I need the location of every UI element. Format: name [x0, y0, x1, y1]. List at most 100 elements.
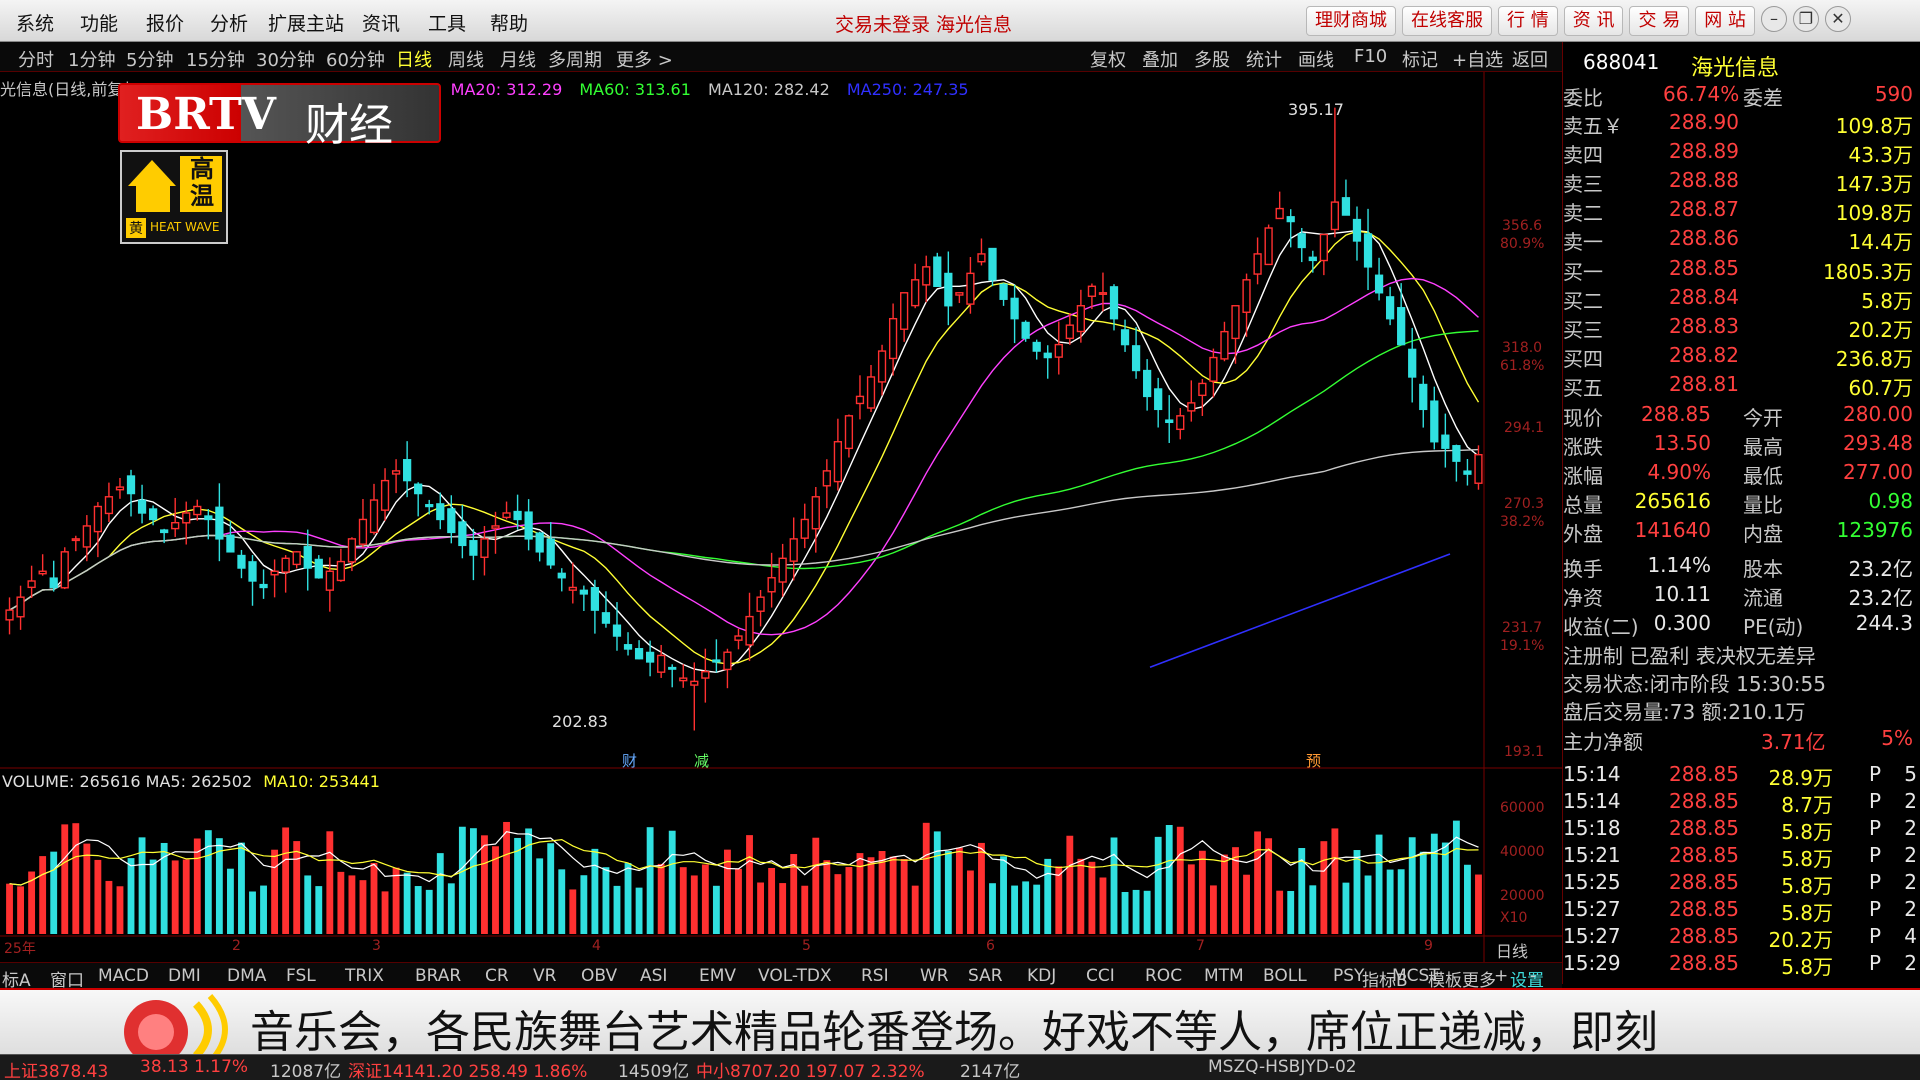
- tool-adjust[interactable]: 复权: [1090, 46, 1126, 72]
- period-1min[interactable]: 1分钟: [68, 46, 115, 72]
- volume-bar: [1154, 836, 1162, 934]
- period-daily[interactable]: 日线: [396, 46, 432, 72]
- period-15min[interactable]: 15分钟: [186, 46, 245, 72]
- indicator-tab[interactable]: SAR: [968, 966, 1003, 986]
- candle-body: [1408, 348, 1417, 378]
- indicator-tab[interactable]: VOL-TDX: [758, 966, 832, 986]
- event-mark-finance[interactable]: 财: [622, 750, 637, 771]
- tool-back[interactable]: 返回: [1512, 46, 1548, 72]
- volume-bar: [1121, 891, 1129, 934]
- indicator-right-tool[interactable]: -: [1530, 966, 1536, 986]
- trade-button[interactable]: 交 易: [1629, 6, 1690, 36]
- indicator-tab[interactable]: ROC: [1145, 966, 1182, 986]
- smb-turnover: 2147亿: [960, 1062, 1021, 1080]
- period-multi[interactable]: 多周期: [548, 46, 602, 72]
- indicator-tab[interactable]: BRAR: [415, 966, 461, 986]
- period-more[interactable]: 更多 >: [616, 46, 673, 72]
- indicator-tab[interactable]: WR: [920, 966, 949, 986]
- candle-body: [634, 648, 644, 660]
- indicator-right-tool[interactable]: +: [1494, 966, 1508, 986]
- smb-index[interactable]: 中小8707.20 197.07 2.32%: [696, 1057, 925, 1080]
- candle-body: [690, 680, 699, 686]
- candle-body: [966, 272, 975, 305]
- tick-row: 15:14 288.85 28.9万 P 5: [1563, 762, 1920, 790]
- kline-chart-area[interactable]: 光信息(日线,前复权) MA20: 312.29 MA60: 313.61 MA…: [0, 72, 1562, 962]
- tool-add-watchlist[interactable]: +自选: [1452, 46, 1503, 72]
- close-icon[interactable]: ✕: [1824, 6, 1851, 32]
- candle-body: [999, 283, 1008, 300]
- event-mark-forecast[interactable]: 预: [1306, 750, 1321, 771]
- sh-index[interactable]: 上证3878.43: [4, 1057, 108, 1080]
- volume-bar: [735, 868, 742, 934]
- volume-bar: [635, 887, 643, 934]
- indicator-tab[interactable]: MTM: [1204, 966, 1244, 986]
- stat-label: 内盘: [1743, 522, 1783, 546]
- indicator-tab[interactable]: MACD: [98, 966, 149, 986]
- price-tick: 193.1: [1504, 744, 1545, 760]
- menu-system[interactable]: 系统: [16, 9, 54, 36]
- candle-body: [1397, 307, 1406, 346]
- news-button[interactable]: 资 讯: [1563, 6, 1624, 36]
- tick-row: 15:29 288.85 5.8万 P 2: [1563, 951, 1920, 979]
- period-30min[interactable]: 30分钟: [256, 46, 315, 72]
- finance-mall-button[interactable]: 理财商城: [1306, 6, 1396, 36]
- tool-overlay[interactable]: 叠加: [1142, 46, 1178, 72]
- sz-index[interactable]: 深证14141.20 258.49 1.86%: [348, 1057, 587, 1080]
- kline-chart[interactable]: [0, 72, 1562, 962]
- menu-news[interactable]: 资讯: [362, 9, 400, 36]
- tool-multi-stock[interactable]: 多股: [1194, 46, 1230, 72]
- tool-f10[interactable]: F10: [1354, 46, 1387, 67]
- period-weekly[interactable]: 周线: [448, 46, 484, 72]
- online-service-button[interactable]: 在线客服: [1402, 6, 1492, 36]
- website-button[interactable]: 网 站: [1695, 6, 1755, 36]
- indicator-tab[interactable]: CCI: [1086, 966, 1115, 986]
- indicator-tab[interactable]: ASI: [640, 966, 667, 986]
- market-button[interactable]: 行 情: [1498, 6, 1558, 36]
- menu-help[interactable]: 帮助: [490, 9, 528, 36]
- minimize-icon[interactable]: –: [1760, 6, 1787, 32]
- menu-tools[interactable]: 工具: [428, 9, 466, 36]
- candle-body: [811, 496, 820, 530]
- period-monthly[interactable]: 月线: [500, 46, 536, 72]
- event-mark-reduce[interactable]: 减: [694, 750, 709, 771]
- period-timeshare[interactable]: 分时: [18, 46, 54, 72]
- stat-label: 换手: [1563, 557, 1603, 581]
- tick-count: 2: [1904, 951, 1917, 975]
- indicator-tab[interactable]: TRIX: [345, 966, 384, 986]
- indicator-tab[interactable]: VR: [533, 966, 556, 986]
- period-60min[interactable]: 60分钟: [326, 46, 385, 72]
- indicator-tab[interactable]: KDJ: [1027, 966, 1056, 986]
- ticker-text: 音乐会，各民族舞台艺术精品轮番登场。好戏不等人，席位正递减，即刻: [250, 1007, 1658, 1058]
- indicator-tab[interactable]: DMA: [227, 966, 266, 986]
- ma60-line: [9, 330, 1479, 611]
- tool-mark[interactable]: 标记: [1402, 46, 1438, 72]
- indicator-tab[interactable]: FSL: [286, 966, 316, 986]
- indicator-tab[interactable]: OBV: [581, 966, 617, 986]
- tool-draw[interactable]: 画线: [1298, 46, 1334, 72]
- indicator-tab[interactable]: DMI: [168, 966, 201, 986]
- volume-bar: [17, 886, 24, 934]
- menu-function[interactable]: 功能: [80, 9, 118, 36]
- restore-icon[interactable]: ❐: [1792, 6, 1819, 32]
- price-tick: 38.2%: [1500, 514, 1545, 530]
- indicator-tab[interactable]: CR: [485, 966, 509, 986]
- indicator-tab[interactable]: EMV: [699, 966, 736, 986]
- candle-body: [49, 577, 58, 589]
- tick-time: 15:14: [1563, 789, 1621, 813]
- menu-quote[interactable]: 报价: [146, 9, 184, 36]
- volume-bar: [547, 843, 555, 934]
- indicator-tab[interactable]: BOLL: [1263, 966, 1307, 986]
- indicator-tab[interactable]: RSI: [861, 966, 889, 986]
- tool-stats[interactable]: 统计: [1246, 46, 1282, 72]
- volume-bar: [403, 872, 411, 934]
- candle-body: [502, 512, 511, 519]
- candle-body: [171, 521, 180, 530]
- volume-bar: [768, 867, 776, 934]
- indicator-tab[interactable]: PSY: [1333, 966, 1364, 986]
- volume-tick: 20000: [1500, 888, 1545, 904]
- menu-analysis[interactable]: 分析: [210, 9, 248, 36]
- menu-extended[interactable]: 扩展主站: [268, 9, 344, 36]
- tick-time: 15:27: [1563, 924, 1621, 948]
- volume-bar: [657, 863, 665, 934]
- period-5min[interactable]: 5分钟: [126, 46, 173, 72]
